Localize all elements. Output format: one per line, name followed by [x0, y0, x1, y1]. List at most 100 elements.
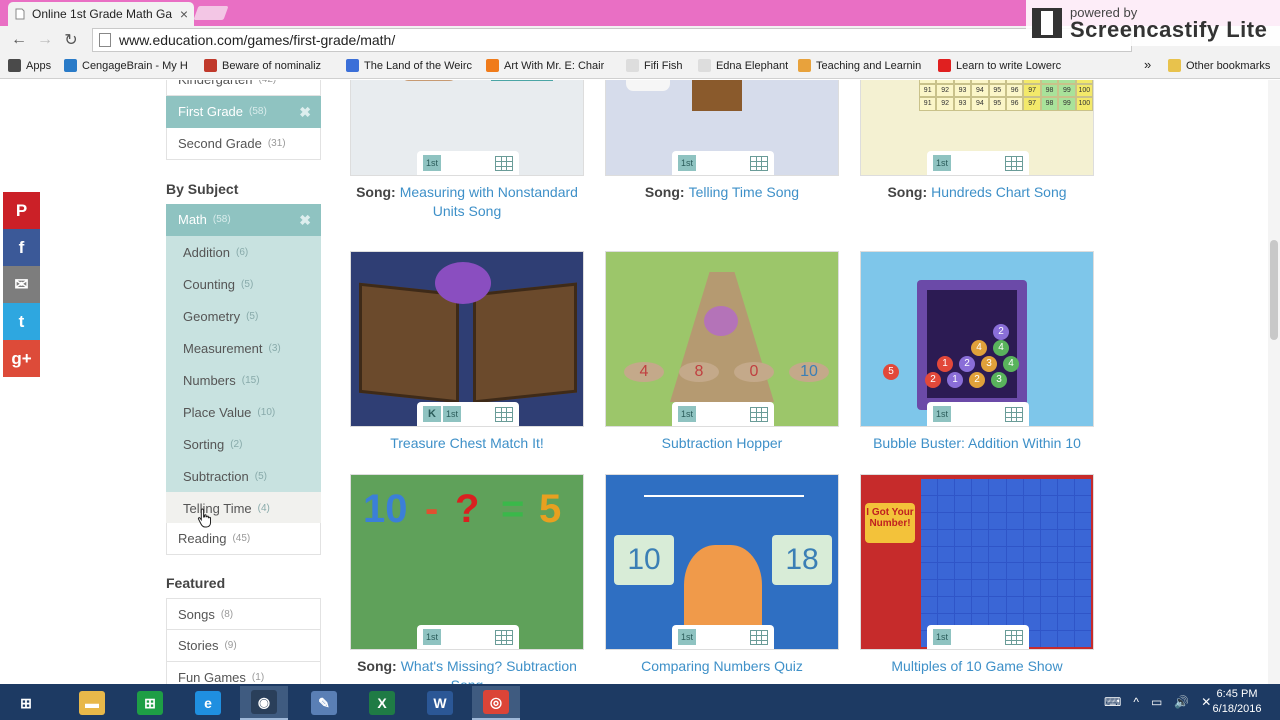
taskbar-internet-explorer-button[interactable]: e: [184, 686, 232, 720]
taskbar-start-button[interactable]: ⊞: [2, 686, 50, 720]
game-thumbnail[interactable]: 1st: [350, 80, 584, 176]
twitter-share-icon[interactable]: t: [3, 303, 40, 340]
card-caption[interactable]: Comparing Numbers Quiz: [605, 657, 839, 676]
address-bar[interactable]: www.education.com/games/first-grade/math…: [92, 28, 1132, 52]
game-card[interactable]: I Got Your Number! 1st Multiples of 10 Gam…: [860, 474, 1094, 676]
taskbar-word-button[interactable]: W: [416, 686, 464, 720]
reload-button[interactable]: ↻: [58, 27, 84, 53]
bookmark-item[interactable]: Fifi Fish: [626, 59, 688, 72]
subtopic-filter-item[interactable]: Subtraction (5): [166, 460, 321, 492]
featured-filter-item[interactable]: Stories (9): [166, 630, 321, 662]
card-title-link[interactable]: Subtraction Hopper: [662, 435, 783, 451]
card-caption[interactable]: Song: Hundreds Chart Song: [860, 183, 1094, 202]
grade-filter-item[interactable]: Kindergarten (42): [166, 80, 321, 96]
game-card[interactable]: 1st Song: Telling Time Song: [605, 80, 839, 202]
subtopic-filter-item[interactable]: Telling Time (4): [166, 492, 321, 524]
remove-filter-icon[interactable]: ✖: [299, 212, 311, 229]
tab-active[interactable]: Online 1st Grade Math Ga ×: [8, 2, 194, 26]
game-card[interactable]: 4 8 0 10 1st Subtraction Hopper: [605, 251, 839, 453]
game-thumbnail[interactable]: I Got Your Number! 1st: [860, 474, 1094, 650]
bookmark-item[interactable]: CengageBrain - My H: [64, 59, 194, 72]
new-tab-button[interactable]: [193, 6, 229, 20]
bookmark-item[interactable]: Teaching and Learnin: [798, 59, 928, 72]
back-button[interactable]: ←: [6, 27, 32, 53]
subtopic-filter-item[interactable]: Place Value (10): [166, 396, 321, 428]
game-thumbnail[interactable]: K 1st: [350, 251, 584, 427]
card-caption[interactable]: Subtraction Hopper: [605, 434, 839, 453]
game-card[interactable]: K 1st Treasure Chest Match It!: [350, 251, 584, 453]
grandfather-clock: [692, 80, 742, 111]
card-title-link[interactable]: Measuring with Nonstandard Units Song: [400, 184, 578, 219]
card-title-link[interactable]: What's Missing? Subtraction Song: [401, 658, 577, 684]
card-caption[interactable]: Treasure Chest Match It!: [350, 434, 584, 453]
featured-filter-item[interactable]: Songs (8): [166, 598, 321, 630]
remove-filter-icon[interactable]: ✖: [299, 104, 311, 121]
tab-close-icon[interactable]: ×: [180, 6, 188, 22]
bookmark-item[interactable]: The Land of the Weirc: [346, 59, 476, 72]
volume-icon[interactable]: 🔊: [1174, 695, 1189, 709]
card-title-link[interactable]: Bubble Buster: Addition Within 10: [873, 435, 1081, 451]
taskbar-paint-button[interactable]: ✎: [300, 686, 348, 720]
bookmark-item[interactable]: Art With Mr. E: Chair: [486, 59, 616, 72]
game-thumbnail[interactable]: 4 8 0 10 1st: [605, 251, 839, 427]
subtopic-filter-item[interactable]: Numbers (15): [166, 364, 321, 396]
game-card[interactable]: 1st Song: Measuring with Nonstandard Units…: [350, 80, 584, 221]
store-icon: ⊞: [137, 691, 163, 715]
game-thumbnail[interactable]: 10 18 1st: [605, 474, 839, 650]
subtopic-filter-item[interactable]: Counting (5): [166, 268, 321, 300]
subject-filter-reading[interactable]: Reading (45): [166, 523, 321, 555]
subtopic-filter-item[interactable]: Geometry (5): [166, 300, 321, 332]
taskbar-file-explorer-button[interactable]: ▬: [68, 686, 116, 720]
taskbar-chrome-button[interactable]: ◎: [472, 686, 520, 720]
game-thumbnail[interactable]: 10-? = 5 1st: [350, 474, 584, 650]
card-caption[interactable]: Bubble Buster: Addition Within 10: [860, 434, 1094, 453]
card-caption[interactable]: Song: Telling Time Song: [605, 183, 839, 202]
bookmarks-overflow-button[interactable]: »: [1144, 57, 1151, 72]
taskbar-store-button[interactable]: ⊞: [126, 686, 174, 720]
bookmark-item[interactable]: Learn to write Lowerc: [938, 59, 1068, 72]
game-thumbnail[interactable]: 91 92 93 94 95 96 97 98 99 100 91 92 93 94 95 96 97 98 99 1…: [860, 80, 1094, 176]
show-hidden-icons-icon[interactable]: ^: [1133, 695, 1139, 709]
card-title-link[interactable]: Hundreds Chart Song: [931, 184, 1066, 200]
worksheet-table-icon: [750, 629, 768, 645]
subtopic-filter-item[interactable]: Measurement (3): [166, 332, 321, 364]
subtopic-filter-item[interactable]: Addition (6): [166, 236, 321, 268]
card-caption[interactable]: Multiples of 10 Game Show: [860, 657, 1094, 676]
facebook-share-icon[interactable]: f: [3, 229, 40, 266]
card-caption[interactable]: Song:What's Missing? Subtraction Song: [350, 657, 584, 684]
forward-button[interactable]: →: [32, 27, 58, 53]
google-plus-share-icon[interactable]: g+: [3, 340, 40, 377]
card-title-link[interactable]: Treasure Chest Match It!: [390, 435, 544, 451]
game-card[interactable]: 2 4 4 1 2 3 4 2 1 2 3 5 1st Bubble Buster: Addition W…: [860, 251, 1094, 453]
grade-filter-item[interactable]: Second Grade (31): [166, 128, 321, 160]
card-title-link[interactable]: Multiples of 10 Game Show: [891, 658, 1062, 674]
game-thumbnail[interactable]: 2 4 4 1 2 3 4 2 1 2 3 5 1st: [860, 251, 1094, 427]
page-scrollbar[interactable]: [1268, 80, 1280, 684]
bookmark-item[interactable]: Beware of nominaliz: [204, 59, 336, 72]
taskbar-clock[interactable]: 6:45 PM 6/18/2016: [1206, 687, 1268, 717]
bookmark-item[interactable]: Edna Elephant: [698, 59, 788, 72]
subject-filter-math[interactable]: Math (58) ✖: [166, 204, 321, 236]
game-card[interactable]: 91 92 93 94 95 96 97 98 99 100 91 92 93 94 95 96 97 98 99 1…: [860, 80, 1094, 202]
taskbar-steam-button[interactable]: ◉: [240, 686, 288, 720]
keyboard-icon[interactable]: ⌨: [1104, 695, 1121, 709]
bookmark-item[interactable]: Other bookmarks: [1168, 59, 1280, 72]
film-icon: [1032, 8, 1062, 38]
game-card[interactable]: 10-? = 5 1st Song: What's Missing? Subtractio…: [350, 474, 584, 684]
scrollbar-thumb[interactable]: [1270, 240, 1278, 340]
pinterest-share-icon[interactable]: P: [3, 192, 40, 229]
game-thumbnail[interactable]: 1st: [605, 80, 839, 176]
card-caption[interactable]: Song: Measuring with Nonstandard Units So…: [350, 183, 584, 221]
game-card[interactable]: 10 18 1st Comparing Numbers Quiz: [605, 474, 839, 676]
action-center-icon[interactable]: ▭: [1151, 695, 1162, 709]
filter-label: First Grade: [178, 104, 244, 119]
page-content: Kindergarten (42) First Grade (58) ✖ Second G…: [0, 80, 1268, 684]
grade-filter-item[interactable]: First Grade (58) ✖: [166, 96, 321, 128]
card-title-link[interactable]: Telling Time Song: [689, 184, 800, 200]
subtopic-filter-item[interactable]: Sorting (2): [166, 428, 321, 460]
card-title-link[interactable]: Comparing Numbers Quiz: [641, 658, 803, 674]
taskbar-excel-button[interactable]: X: [358, 686, 406, 720]
featured-filter-item[interactable]: Fun Games (1): [166, 662, 321, 684]
email-share-icon[interactable]: ✉: [3, 266, 40, 303]
bookmark-item[interactable]: Apps: [8, 59, 58, 72]
